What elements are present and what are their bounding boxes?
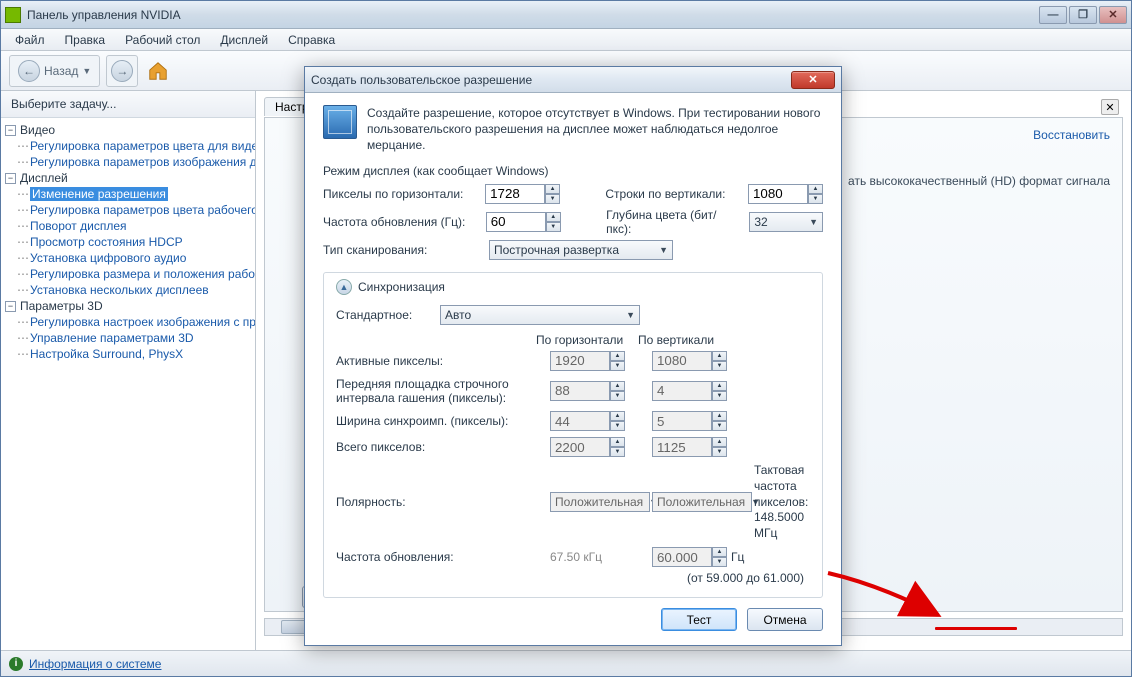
test-button[interactable]: Тест bbox=[661, 608, 737, 631]
syncwidth-v-input bbox=[652, 411, 712, 431]
dialog-title: Создать пользовательское разрешение bbox=[311, 73, 791, 87]
col-horizontal-label: По горизонтали bbox=[536, 333, 624, 347]
collapse-icon[interactable]: − bbox=[5, 125, 16, 136]
close-button[interactable]: ✕ bbox=[1099, 6, 1127, 24]
home-button[interactable] bbox=[144, 57, 172, 85]
maximize-button[interactable]: ❐ bbox=[1069, 6, 1097, 24]
total-pixels-label: Всего пикселов: bbox=[336, 440, 536, 454]
tree-item[interactable]: ⋯Регулировка параметров изображения для … bbox=[3, 154, 253, 170]
porch-v-input bbox=[652, 381, 712, 401]
menu-display[interactable]: Дисплей bbox=[210, 31, 278, 49]
chevron-down-icon: ▼ bbox=[626, 310, 635, 320]
total-v-input bbox=[652, 437, 712, 457]
create-custom-resolution-dialog: Создать пользовательское разрешение ✕ Со… bbox=[304, 66, 842, 646]
dialog-close-button[interactable]: ✕ bbox=[791, 71, 835, 89]
menu-file[interactable]: Файл bbox=[5, 31, 55, 49]
info-icon: i bbox=[9, 657, 23, 671]
menu-edit[interactable]: Правка bbox=[55, 31, 116, 49]
menu-desktop[interactable]: Рабочий стол bbox=[115, 31, 210, 49]
task-tree: −Видео ⋯Регулировка параметров цвета для… bbox=[1, 118, 255, 650]
sidebar-header: Выберите задачу... bbox=[1, 91, 255, 118]
polarity-v-select: Положительная▼ bbox=[652, 492, 752, 512]
titlebar: Панель управления NVIDIA — ❐ ✕ bbox=[1, 1, 1131, 29]
depth-label: Глубина цвета (бит/пкс): bbox=[606, 208, 741, 236]
scan-rate-label: Частота обновления: bbox=[336, 550, 536, 564]
scan-rate-v-input bbox=[652, 547, 712, 567]
tree-item[interactable]: ⋯Управление параметрами 3D bbox=[3, 330, 253, 346]
spinner[interactable]: ▲▼ bbox=[545, 184, 560, 204]
polarity-label: Полярность: bbox=[336, 495, 536, 509]
forward-arrow-icon: → bbox=[111, 60, 133, 82]
color-depth-select[interactable]: 32▼ bbox=[749, 212, 823, 232]
forward-button[interactable]: → bbox=[106, 55, 138, 87]
tree-item[interactable]: ⋯Установка нескольких дисплеев bbox=[3, 282, 253, 298]
sidebar: Выберите задачу... −Видео ⋯Регулировка п… bbox=[1, 91, 256, 650]
porch-h-input bbox=[550, 381, 610, 401]
menubar: Файл Правка Рабочий стол Дисплей Справка bbox=[1, 29, 1131, 51]
active-h-input bbox=[550, 351, 610, 371]
hpixels-input[interactable] bbox=[485, 184, 545, 204]
statusbar: i Информация о системе bbox=[1, 650, 1131, 676]
back-button[interactable]: ← Назад ▼ bbox=[9, 55, 100, 87]
dialog-titlebar: Создать пользовательское разрешение ✕ bbox=[305, 67, 841, 93]
tree-item-change-resolution[interactable]: ⋯Изменение разрешения bbox=[3, 186, 253, 202]
dialog-intro-text: Создайте разрешение, которое отсутствует… bbox=[367, 105, 823, 154]
refresh-input[interactable] bbox=[486, 212, 546, 232]
vlines-input[interactable] bbox=[748, 184, 808, 204]
tree-item[interactable]: ⋯Настройка Surround, PhysX bbox=[3, 346, 253, 362]
collapse-icon[interactable]: − bbox=[5, 301, 16, 312]
chevron-down-icon: ▼ bbox=[659, 245, 668, 255]
standard-label: Стандартное: bbox=[336, 308, 432, 322]
window-title: Панель управления NVIDIA bbox=[27, 8, 1039, 22]
home-icon bbox=[147, 60, 169, 82]
polarity-h-select: Положительная▼ bbox=[550, 492, 650, 512]
minimize-button[interactable]: — bbox=[1039, 6, 1067, 24]
refresh-label: Частота обновления (Гц): bbox=[323, 215, 478, 229]
front-porch-label: Передняя площадка строчного интервала га… bbox=[336, 377, 536, 406]
hd-fragment-text: ать высококачественный (HD) формат сигна… bbox=[848, 174, 1110, 188]
sync-width-label: Ширина синхроимп. (пикселы): bbox=[336, 414, 536, 428]
tree-group-display[interactable]: −Дисплей bbox=[3, 170, 253, 186]
tree-item[interactable]: ⋯Регулировка настроек изображения с прос… bbox=[3, 314, 253, 330]
tree-item[interactable]: ⋯Просмотр состояния HDCP bbox=[3, 234, 253, 250]
tree-group-video[interactable]: −Видео bbox=[3, 122, 253, 138]
monitor-icon bbox=[323, 105, 357, 139]
vlines-label: Строки по вертикали: bbox=[605, 187, 740, 201]
spinner[interactable]: ▲▼ bbox=[808, 184, 823, 204]
tree-group-3d[interactable]: −Параметры 3D bbox=[3, 298, 253, 314]
back-arrow-icon: ← bbox=[18, 60, 40, 82]
nvidia-icon bbox=[5, 7, 21, 23]
tree-item[interactable]: ⋯Поворот дисплея bbox=[3, 218, 253, 234]
tree-item[interactable]: ⋯Регулировка параметров цвета для видео bbox=[3, 138, 253, 154]
active-pixels-label: Активные пикселы: bbox=[336, 354, 536, 368]
chevron-down-icon: ▼ bbox=[82, 66, 91, 76]
menu-help[interactable]: Справка bbox=[278, 31, 345, 49]
tree-item[interactable]: ⋯Установка цифрового аудио bbox=[3, 250, 253, 266]
collapse-arrow-icon[interactable]: ▲ bbox=[336, 279, 352, 295]
tree-item[interactable]: ⋯Регулировка параметров цвета рабочего с… bbox=[3, 202, 253, 218]
refresh-range-note: (от 59.000 до 61.000) bbox=[336, 571, 804, 585]
system-info-link[interactable]: Информация о системе bbox=[29, 657, 161, 671]
timing-standard-select[interactable]: Авто▼ bbox=[440, 305, 640, 325]
pixel-clock-label: Тактовая частота пикселов:148.5000 МГц bbox=[754, 463, 810, 541]
chevron-down-icon: ▼ bbox=[809, 217, 818, 227]
display-mode-label: Режим дисплея (как сообщает Windows) bbox=[323, 164, 823, 178]
spinner[interactable]: ▲▼ bbox=[546, 212, 561, 232]
tree-item[interactable]: ⋯Регулировка размера и положения рабочег… bbox=[3, 266, 253, 282]
syncwidth-h-input bbox=[550, 411, 610, 431]
scan-rate-h: 67.50 кГц bbox=[550, 550, 638, 564]
collapse-icon[interactable]: − bbox=[5, 173, 16, 184]
timing-group: ▲ Синхронизация Стандартное: Авто▼ По го… bbox=[323, 272, 823, 598]
cancel-button[interactable]: Отмена bbox=[747, 608, 823, 631]
col-vertical-label: По вертикали bbox=[638, 333, 726, 347]
scantype-select[interactable]: Построчная развертка▼ bbox=[489, 240, 673, 260]
scantype-label: Тип сканирования: bbox=[323, 243, 481, 257]
total-h-input bbox=[550, 437, 610, 457]
inner-tab-close-icon[interactable]: ✕ bbox=[1101, 99, 1119, 115]
hpixels-label: Пикселы по горизонтали: bbox=[323, 187, 477, 201]
restore-link[interactable]: Восстановить bbox=[1033, 128, 1110, 142]
timing-header: Синхронизация bbox=[358, 280, 445, 294]
active-v-input bbox=[652, 351, 712, 371]
